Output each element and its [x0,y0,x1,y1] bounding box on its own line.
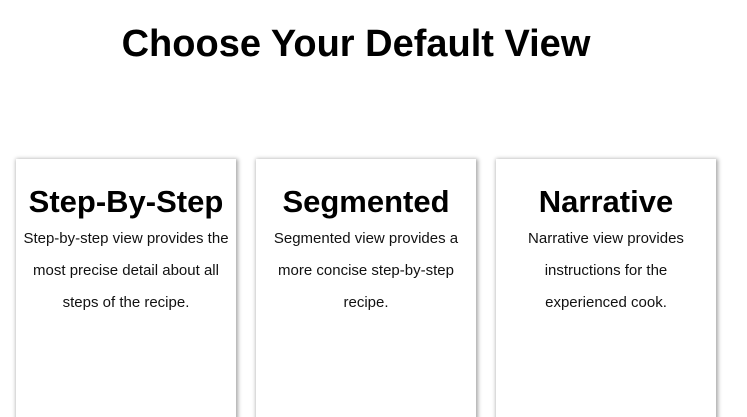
view-card-title: Step-By-Step [28,184,224,219]
view-card-narrative[interactable]: Narrative Narrative view provides instru… [496,159,716,417]
view-card-title: Narrative [538,184,674,219]
view-card-description: Narrative view provides instructions for… [528,230,684,311]
view-card-title: Segmented [282,184,450,219]
page-title: Choose Your Default View [121,23,591,65]
view-card-description: Segmented view provides a more concise s… [273,230,459,311]
view-chooser-page: Choose Your Default View Step-By-Step St… [0,0,747,417]
view-options: Step-By-Step Step-by-step view provides … [16,159,720,417]
view-card-segmented[interactable]: Segmented Segmented view provides a more… [256,159,476,417]
view-card-step-by-step[interactable]: Step-By-Step Step-by-step view provides … [16,159,236,417]
view-card-description: Step-by-step view provides the most prec… [23,230,229,311]
